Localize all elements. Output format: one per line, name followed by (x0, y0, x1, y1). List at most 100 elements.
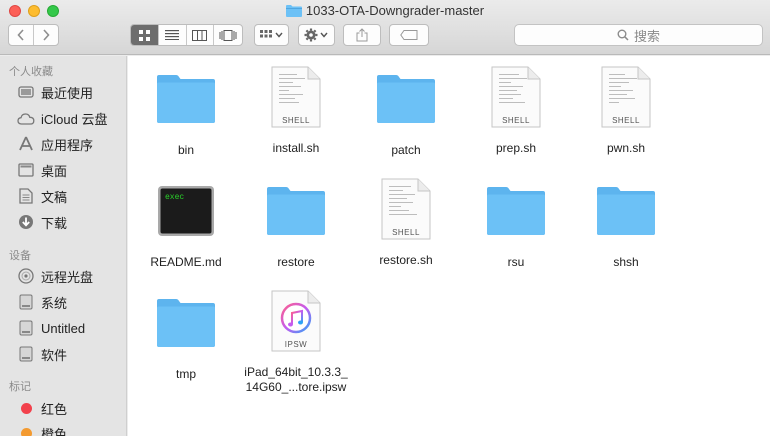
sidebar-item-icloud[interactable]: iCloud 云盘 (17, 107, 107, 129)
folder-icon (241, 178, 351, 244)
sidebar-item-label: 远程光盘 (41, 269, 94, 285)
sidebar-item-software[interactable]: 软件 (17, 343, 67, 365)
sidebar-item-recents[interactable]: 最近使用 (17, 81, 93, 103)
sidebar-item-label: Untitled (41, 320, 86, 336)
file-item[interactable]: exec README.md (131, 178, 241, 270)
file-name: install.sh (272, 141, 320, 155)
cloud-icon (17, 109, 35, 127)
sidebar-section-tags: 标记 (9, 381, 31, 393)
share-button[interactable] (343, 24, 381, 46)
gear-icon (304, 28, 328, 42)
sidebar-item-label: 系统 (41, 295, 68, 311)
sidebar: 个人收藏 最近使用 iCloud 云盘 应用程序 桌面 文稿 下载 设备 远程光… (0, 56, 127, 436)
file-name: rsu (507, 255, 525, 269)
search-field[interactable]: 搜索 (514, 24, 763, 46)
icon-view-button[interactable] (131, 25, 159, 45)
file-name: restore.sh (379, 253, 433, 267)
disc-icon (17, 267, 35, 285)
navigation-buttons (8, 24, 59, 46)
shell-script-icon: SHELL (461, 64, 571, 130)
file-name: tmp (175, 367, 196, 381)
file-item[interactable]: shsh (571, 178, 681, 270)
recents-icon (17, 83, 35, 101)
orange-tag-dot-icon (17, 424, 35, 436)
back-button[interactable] (9, 25, 34, 45)
edit-tags-button[interactable] (389, 24, 429, 46)
sidebar-item-label: 文稿 (41, 189, 68, 205)
sidebar-item-documents[interactable]: 文稿 (17, 185, 67, 207)
applications-icon (17, 135, 35, 153)
desktop-icon (17, 161, 35, 179)
folder-icon (351, 66, 461, 132)
documents-icon (17, 187, 35, 205)
window-title-text: 1033-OTA-Downgrader-master (305, 3, 485, 18)
file-item[interactable]: SHELL prep.sh (461, 64, 571, 156)
share-button-inner[interactable] (344, 25, 380, 45)
shell-script-icon: SHELL (351, 176, 461, 242)
search-icon (617, 29, 629, 41)
sidebar-item-label: 软件 (41, 347, 68, 363)
sidebar-item-applications[interactable]: 应用程序 (17, 133, 93, 155)
sidebar-item-remote-disc[interactable]: 远程光盘 (17, 265, 93, 287)
terminal-exec-icon: exec (131, 178, 241, 244)
ipsw-itunes-icon: IPSW (241, 288, 351, 354)
file-item[interactable]: patch (351, 66, 461, 158)
cover-flow-icon (219, 29, 237, 41)
column-view-button[interactable] (187, 25, 215, 45)
window-toolbar: 1033-OTA-Downgrader-master 搜索 (0, 0, 770, 55)
action-menu-button[interactable] (298, 24, 335, 46)
file-item[interactable]: restore (241, 178, 351, 270)
file-name: README.md (150, 255, 222, 269)
share-icon (356, 28, 368, 42)
tag-button-inner[interactable] (390, 25, 428, 45)
list-icon (165, 30, 180, 40)
arrange-menu-button[interactable] (254, 24, 289, 46)
chevron-right-icon (43, 29, 50, 41)
file-item[interactable]: IPSW iPad_64bit_10.3.3_ 14G60_...tore.ip… (241, 288, 351, 395)
file-item[interactable]: SHELL restore.sh (351, 176, 461, 268)
file-item[interactable]: SHELL pwn.sh (571, 64, 681, 156)
sidebar-item-label: 最近使用 (41, 85, 94, 101)
arrange-grid-icon (259, 30, 283, 38)
file-item[interactable]: bin (131, 66, 241, 158)
action-button-inner[interactable] (299, 25, 334, 45)
file-name: iPad_64bit_10.3.3_ 14G60_...tore.ipsw (244, 365, 348, 394)
cover-flow-view-button[interactable] (214, 25, 242, 45)
svg-text:exec: exec (165, 193, 184, 202)
file-item[interactable]: SHELL install.sh (241, 64, 351, 156)
chevron-left-icon (17, 29, 24, 41)
folder-icon (131, 66, 241, 132)
list-view-button[interactable] (159, 25, 187, 45)
sidebar-item-label: 红色 (41, 401, 68, 417)
shell-script-icon: SHELL (241, 64, 351, 130)
file-item[interactable]: rsu (461, 178, 571, 270)
tag-icon (400, 30, 418, 40)
sidebar-item-label: iCloud 云盘 (41, 111, 108, 127)
disk-icon (17, 319, 35, 337)
downloads-icon (17, 213, 35, 231)
file-name: restore (277, 255, 315, 269)
red-tag-dot-icon (17, 399, 35, 417)
window-title: 1033-OTA-Downgrader-master (0, 3, 770, 21)
shell-script-icon: SHELL (571, 64, 681, 130)
forward-button[interactable] (34, 25, 58, 45)
grid-icon (138, 29, 150, 41)
arrange-button-inner[interactable] (255, 25, 288, 45)
sidebar-item-desktop[interactable]: 桌面 (17, 159, 67, 181)
file-name: pwn.sh (606, 141, 646, 155)
folder-icon (461, 178, 571, 244)
file-item[interactable]: tmp (131, 290, 241, 382)
view-mode-selector (130, 24, 243, 46)
folder-icon (571, 178, 681, 244)
sidebar-section-favorites: 个人收藏 (9, 66, 53, 78)
sidebar-item-system[interactable]: 系统 (17, 291, 67, 313)
sidebar-item-tag-orange[interactable]: 橙色 (17, 422, 67, 436)
sidebar-item-downloads[interactable]: 下载 (17, 211, 67, 233)
file-browser-content: bin SHELL install.sh patch SHELL prep.sh (128, 56, 770, 436)
sidebar-item-tag-red[interactable]: 红色 (17, 397, 67, 419)
disk-icon (17, 293, 35, 311)
sidebar-item-untitled[interactable]: Untitled (17, 317, 85, 339)
folder-icon (131, 290, 241, 356)
sidebar-item-label: 橙色 (41, 426, 68, 436)
sidebar-item-label: 下载 (41, 215, 68, 231)
